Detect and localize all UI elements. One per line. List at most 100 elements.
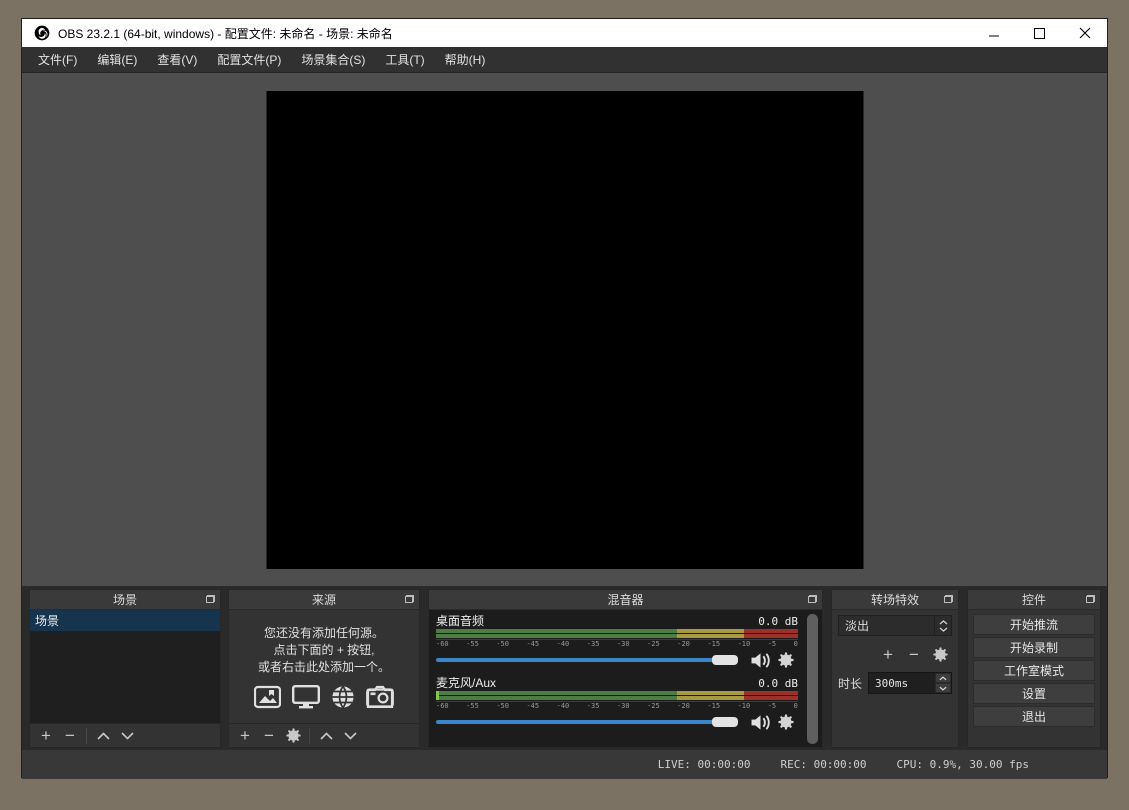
studio-mode-button[interactable]: 工作室模式 xyxy=(973,660,1095,681)
start-recording-button[interactable]: 开始录制 xyxy=(973,637,1095,658)
menu-item-profile[interactable]: 配置文件(P) xyxy=(207,46,291,73)
close-button[interactable] xyxy=(1062,19,1107,47)
meter-tick-label: -25 xyxy=(647,702,660,710)
mixer-body: 桌面音频 0.0 dB -60-55-50-45-40-35-30-25-20-… xyxy=(429,610,822,747)
channel-name: 桌面音频 xyxy=(436,612,484,629)
scene-up-button[interactable] xyxy=(91,725,115,747)
channel-settings-button[interactable] xyxy=(774,714,798,730)
volume-slider-handle[interactable] xyxy=(712,655,738,665)
scene-down-button[interactable] xyxy=(115,725,139,747)
meter-scale: -60-55-50-45-40-35-30-25-20-15-10-50 xyxy=(436,639,798,648)
scenes-panel-title: 场景 xyxy=(113,591,137,608)
maximize-button[interactable] xyxy=(1017,19,1062,47)
scenes-toolbar: + − xyxy=(30,723,220,747)
scenes-panel-header[interactable]: 场景 xyxy=(30,590,220,610)
channel-name: 麦克风/Aux xyxy=(436,674,496,691)
menu-item-view[interactable]: 查看(V) xyxy=(147,46,207,73)
meter-tick-label: -60 xyxy=(436,640,449,648)
transitions-panel-title: 转场特效 xyxy=(871,591,919,608)
toolbar-separator xyxy=(309,728,310,744)
mixer-scrollbar-thumb[interactable] xyxy=(807,614,818,744)
meter-tick-label: -5 xyxy=(768,702,776,710)
controls-panel-header[interactable]: 控件 xyxy=(968,590,1100,610)
menu-item-file[interactable]: 文件(F) xyxy=(28,46,87,73)
window-title: OBS 23.2.1 (64-bit, windows) - 配置文件: 未命名… xyxy=(58,25,393,42)
preview-canvas[interactable] xyxy=(266,91,863,569)
menu-item-edit[interactable]: 编辑(E) xyxy=(87,46,147,73)
source-down-button[interactable] xyxy=(338,725,362,747)
menu-bar: 文件(F) 编辑(E) 查看(V) 配置文件(P) 场景集合(S) 工具(T) … xyxy=(22,47,1107,73)
mixer-channel-desktop-audio: 桌面音频 0.0 dB -60-55-50-45-40-35-30-25-20-… xyxy=(436,612,798,670)
duration-spinbox[interactable]: 300ms xyxy=(868,672,952,694)
transitions-body: 淡出 + − xyxy=(832,610,958,747)
menu-item-scene-collection[interactable]: 场景集合(S) xyxy=(291,46,375,73)
mute-toggle-button[interactable] xyxy=(748,652,772,669)
add-source-button[interactable]: + xyxy=(233,725,257,747)
minimize-button[interactable] xyxy=(972,19,1017,47)
remove-source-button[interactable]: − xyxy=(257,725,281,747)
volume-slider[interactable] xyxy=(436,717,738,727)
dock-area: 场景 场景 + − 来源 xyxy=(22,586,1107,749)
controls-panel: 控件 开始推流 开始录制 工作室模式 设置 退出 xyxy=(967,589,1101,748)
meter-tick-label: -35 xyxy=(587,702,600,710)
mixer-scrollbar[interactable] xyxy=(807,614,818,744)
meter-tick-label: -55 xyxy=(466,702,479,710)
meter-tick-label: -45 xyxy=(526,702,539,710)
exit-button[interactable]: 退出 xyxy=(973,706,1095,727)
sources-panel-header[interactable]: 来源 xyxy=(229,590,419,610)
transition-selected-value: 淡出 xyxy=(839,617,934,634)
sources-empty-text-1: 您还没有添加任何源。 xyxy=(264,625,384,642)
remove-transition-button[interactable]: − xyxy=(902,643,926,665)
channel-settings-button[interactable] xyxy=(774,652,798,668)
channel-level-db: 0.0 dB xyxy=(758,677,798,690)
volume-slider-handle[interactable] xyxy=(712,717,738,727)
mute-toggle-button[interactable] xyxy=(748,714,772,731)
meter-tick-label: -35 xyxy=(587,640,600,648)
meter-tick-label: -30 xyxy=(617,702,630,710)
scene-list-item[interactable]: 场景 xyxy=(30,610,220,631)
start-streaming-button[interactable]: 开始推流 xyxy=(973,614,1095,635)
duration-value[interactable]: 300ms xyxy=(869,673,935,693)
controls-body: 开始推流 开始录制 工作室模式 设置 退出 xyxy=(968,610,1100,747)
preview-area[interactable] xyxy=(22,73,1107,586)
duration-increase-button[interactable] xyxy=(935,673,951,683)
transition-properties-button[interactable] xyxy=(928,643,952,665)
add-transition-button[interactable]: + xyxy=(876,643,900,665)
menu-item-tools[interactable]: 工具(T) xyxy=(375,46,434,73)
rec-time: REC: 00:00:00 xyxy=(780,758,866,771)
volume-slider[interactable] xyxy=(436,655,738,665)
panel-float-icon xyxy=(1086,595,1095,603)
obs-logo-icon xyxy=(34,25,50,41)
meter-tick-label: -50 xyxy=(496,640,509,648)
transitions-panel-header[interactable]: 转场特效 xyxy=(832,590,958,610)
status-bar: LIVE: 00:00:00 REC: 00:00:00 CPU: 0.9%, … xyxy=(22,749,1107,779)
sources-panel: 来源 您还没有添加任何源。 点击下面的 + 按钮, 或者右击此处添加一个。 xyxy=(228,589,420,748)
remove-scene-button[interactable]: − xyxy=(58,725,82,747)
transitions-panel: 转场特效 淡出 + − xyxy=(831,589,959,748)
meter-tick-label: 0 xyxy=(794,702,798,710)
panel-float-icon xyxy=(405,595,414,603)
title-bar[interactable]: OBS 23.2.1 (64-bit, windows) - 配置文件: 未命名… xyxy=(22,19,1107,47)
scenes-list[interactable]: 场景 xyxy=(30,610,220,723)
meter-tick-label: -20 xyxy=(677,702,690,710)
settings-button[interactable]: 设置 xyxy=(973,683,1095,704)
volume-meter xyxy=(436,629,798,638)
transition-select[interactable]: 淡出 xyxy=(838,615,952,636)
sources-empty-area[interactable]: 您还没有添加任何源。 点击下面的 + 按钮, 或者右击此处添加一个。 xyxy=(229,610,419,723)
source-type-icons xyxy=(254,685,394,709)
duration-decrease-button[interactable] xyxy=(935,683,951,693)
menu-item-help[interactable]: 帮助(H) xyxy=(435,46,496,73)
source-properties-button[interactable] xyxy=(281,725,305,747)
duration-row: 时长 300ms xyxy=(838,672,952,694)
toolbar-separator xyxy=(86,728,87,744)
mixer-panel-header[interactable]: 混音器 xyxy=(429,590,822,610)
add-scene-button[interactable]: + xyxy=(34,725,58,747)
panel-float-icon xyxy=(206,595,215,603)
mixer-channel-mic-aux: 麦克风/Aux 0.0 dB -60-55-50-45-40-35-30-25-… xyxy=(436,674,798,732)
transition-select-arrows[interactable] xyxy=(934,616,951,635)
meter-tick-label: -25 xyxy=(647,640,660,648)
source-up-button[interactable] xyxy=(314,725,338,747)
window-controls xyxy=(972,19,1107,47)
browser-source-icon xyxy=(331,685,355,709)
transition-toolbar: + − xyxy=(838,643,952,665)
